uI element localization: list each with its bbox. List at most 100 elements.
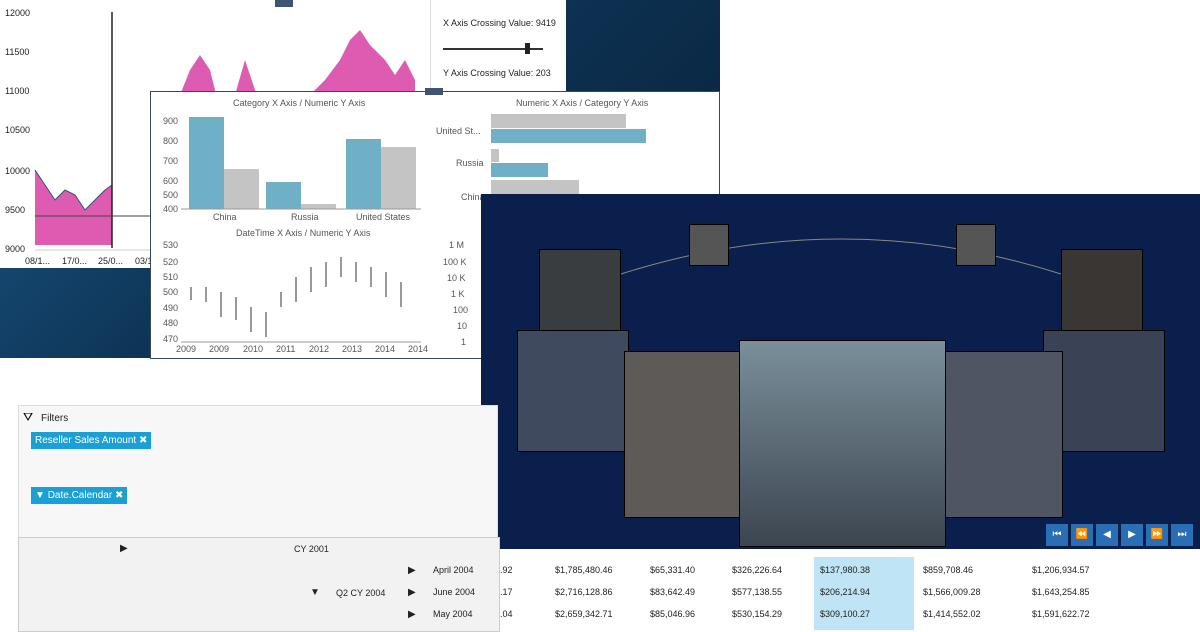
x-tick: 2009	[176, 344, 197, 354]
x-tick: 2011	[276, 344, 296, 354]
carousel-photo[interactable]	[539, 249, 621, 331]
month: May 2004	[433, 609, 473, 619]
x-crossing-value: 9419	[535, 18, 556, 28]
cell: $530,154.29	[732, 609, 783, 619]
chip-label: Date.Calendar	[47, 490, 113, 501]
month: June 2004	[433, 587, 476, 597]
y-tick: 900	[163, 116, 179, 126]
y-cat: United St...	[436, 126, 481, 136]
y-cat: Russia	[456, 158, 484, 168]
expand-icon[interactable]: ▶	[408, 609, 416, 620]
pivot-grid: ▶ CY 2001 ▼ Q2 CY 2004 ▶ ▶ ▶ April 2004 …	[18, 537, 1200, 632]
cell: $1,785,480.46	[555, 565, 613, 575]
x-crossing-slider[interactable]	[443, 43, 543, 54]
log-tick: 100 K	[443, 257, 467, 267]
slider-thumb[interactable]	[525, 43, 530, 54]
y-tick: 9500	[5, 205, 26, 215]
y-tick: 12000	[5, 8, 31, 18]
y-tick: 530	[163, 240, 179, 250]
y-tick: 700	[163, 156, 179, 166]
filter-chip[interactable]: ▼ Date.Calendar ✖	[31, 487, 128, 504]
pivot-cy: CY 2001	[294, 544, 329, 554]
expand-icon[interactable]: ▶	[408, 565, 416, 576]
y-tick: 600	[163, 176, 179, 186]
cell: $1,643,254.85	[1032, 587, 1090, 597]
bar-russia-2	[301, 204, 336, 209]
expand-icon[interactable]: ▶	[408, 587, 416, 598]
cell: $309,100.27	[820, 609, 871, 619]
x-tick: 2010	[243, 344, 264, 354]
x-tick: 08/1...	[25, 256, 51, 266]
x-tick: 2014	[408, 344, 429, 354]
y-crossing-value: 203	[535, 68, 551, 78]
log-tick: 10	[457, 321, 468, 331]
x-cat: Russia	[291, 212, 319, 222]
x-cat: China	[213, 212, 237, 222]
bar-us-2	[381, 147, 416, 209]
chart-title: DateTime X Axis / Numeric Y Axis	[236, 228, 371, 238]
cell: $859,708.46	[923, 565, 974, 575]
cell: $85,046.96	[650, 609, 696, 619]
y-tick: 490	[163, 303, 179, 313]
x-cat: United States	[356, 212, 411, 222]
bar-china-2	[224, 169, 259, 209]
bar-us-1	[346, 139, 381, 209]
y-tick: 9000	[5, 244, 26, 254]
cell: $2,659,342.71	[555, 609, 613, 619]
pivot-row-headers	[18, 537, 500, 632]
y-tick: 500	[163, 190, 179, 200]
y-tick: 10500	[5, 125, 31, 135]
y-crossing-label: Y Axis Crossing Value:	[443, 68, 534, 78]
expand-icon[interactable]: ▶	[120, 543, 128, 554]
y-tick: 10000	[5, 166, 31, 176]
y-tick: 500	[163, 287, 179, 297]
y-tick: 11000	[5, 86, 30, 96]
filters-title: Filters	[41, 413, 69, 424]
cell: $1,566,009.28	[923, 587, 981, 597]
collapse-icon[interactable]: ▼	[310, 587, 320, 598]
cell: $2,716,128.86	[555, 587, 613, 597]
filter-icon: ⛛	[23, 410, 34, 424]
y-tick: 400	[163, 204, 179, 214]
y-tick: 510	[163, 272, 179, 282]
collapse-tab[interactable]	[275, 0, 293, 7]
cell: $1,591,622.72	[1032, 609, 1090, 619]
log-tick: 1 K	[451, 289, 465, 299]
carousel-photo[interactable]	[956, 224, 996, 266]
log-tick: 1	[461, 337, 467, 347]
filter-chip[interactable]: Reseller Sales Amount ✖	[31, 432, 152, 449]
x-tick: 25/0...	[98, 256, 124, 266]
cell: $1,206,934.57	[1032, 565, 1090, 575]
log-tick: 10 K	[447, 273, 466, 283]
carousel-photo[interactable]	[624, 351, 744, 518]
cell: $65,331.40	[650, 565, 696, 575]
chip-label: Reseller Sales Amount	[35, 435, 137, 446]
cell: $83,642.49	[650, 587, 696, 597]
x-tick: 2009	[209, 344, 230, 354]
y-tick: 480	[163, 318, 179, 328]
pivot-q2: Q2 CY 2004	[336, 588, 386, 598]
month: April 2004	[433, 565, 474, 575]
carousel-main-photo[interactable]	[739, 340, 946, 547]
image-carousel: ⏮ ⏪ ◀ ▶ ⏩ ⏭	[481, 194, 1200, 549]
carousel-photo[interactable]	[1061, 249, 1143, 331]
y-tick: 800	[163, 136, 179, 146]
carousel-photo[interactable]	[943, 351, 1063, 518]
log-tick: 1 M	[449, 240, 465, 250]
x-tick: 17/0...	[62, 256, 88, 266]
cell: $577,138.55	[732, 587, 783, 597]
cell: $1,414,552.02	[923, 609, 981, 619]
cell: $137,980.38	[820, 565, 871, 575]
y-tick: 11500	[5, 47, 30, 57]
x-tick: 2012	[309, 344, 330, 354]
bar-china-1	[189, 117, 224, 209]
x-tick: 2014	[375, 344, 396, 354]
carousel-photo[interactable]	[689, 224, 729, 266]
x-tick: 2013	[342, 344, 363, 354]
cell: .17	[500, 587, 513, 597]
log-tick: 100	[453, 305, 469, 315]
carousel-photo[interactable]	[517, 330, 629, 452]
bar-russia-1	[266, 182, 301, 209]
y-tick: 470	[163, 334, 179, 344]
y-tick: 520	[163, 257, 179, 267]
